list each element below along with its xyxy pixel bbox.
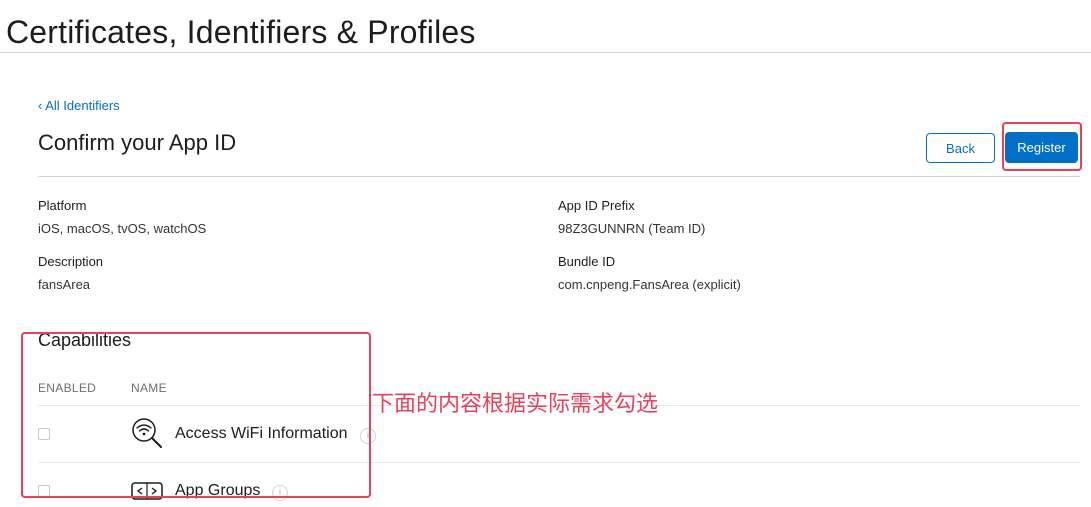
register-highlight-box: [1002, 122, 1082, 171]
description-value: fansArea: [38, 277, 91, 292]
app-id-prefix-label: App ID Prefix: [558, 198, 635, 213]
capabilities-highlight-box: [21, 332, 371, 498]
annotation-text: 下面的内容根据实际需求勾选: [372, 392, 659, 417]
top-divider: [0, 52, 1091, 53]
page-title: Certificates, Identifiers & Profiles: [6, 14, 476, 50]
back-button[interactable]: Back: [926, 133, 995, 163]
platform-value: iOS, macOS, tvOS, watchOS: [38, 221, 207, 236]
bundle-id-value: com.cnpeng.FansArea (explicit): [558, 277, 741, 292]
platform-label: Platform: [38, 198, 87, 213]
header-divider: [38, 176, 1080, 177]
description-label: Description: [38, 254, 104, 269]
app-id-prefix-value: 98Z3GUNNRN (Team ID): [558, 221, 706, 236]
section-title: Confirm your App ID: [38, 130, 237, 155]
bundle-id-label: Bundle ID: [558, 254, 616, 269]
all-identifiers-link[interactable]: ‹ All Identifiers: [38, 98, 120, 113]
